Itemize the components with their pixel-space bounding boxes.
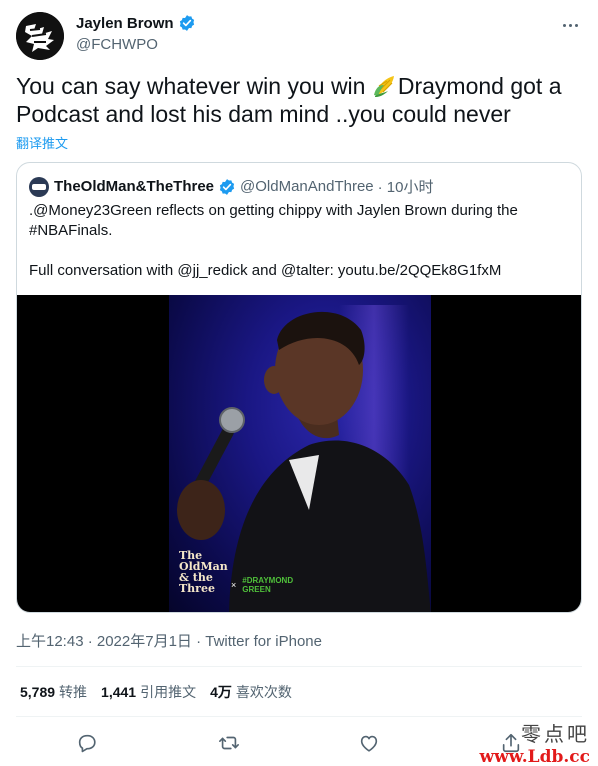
- quote-time: · 10小时: [377, 179, 434, 196]
- watermark-guest: #DRAYMOND GREEN: [242, 576, 294, 594]
- divider: [16, 716, 582, 717]
- avatar[interactable]: [16, 12, 64, 60]
- watermark-x: ×: [231, 580, 237, 590]
- retweet-button[interactable]: [214, 728, 244, 758]
- translate-link[interactable]: 翻译推文: [16, 133, 68, 152]
- likes-stat[interactable]: 4万 喜欢次数: [210, 682, 292, 702]
- retweets-count: 5,789: [20, 684, 56, 700]
- retweets-stat[interactable]: 5,789 转推: [20, 682, 87, 702]
- corn-icon: [373, 76, 394, 97]
- quote-text-line2: Full conversation with @jj_redick and @t…: [29, 262, 502, 279]
- display-name-row[interactable]: Jaylen Brown: [76, 14, 196, 32]
- reply-button[interactable]: [72, 728, 102, 758]
- retweets-label: 转推: [59, 684, 88, 700]
- tweet-text: You can say whatever win you win Draymon…: [16, 72, 582, 128]
- quote-tweet-card[interactable]: TheOldMan&TheThree @OldManAndThree · 10小…: [16, 162, 582, 613]
- handle[interactable]: @FCHWPO: [76, 36, 196, 53]
- quotes-label: 引用推文: [140, 684, 197, 700]
- like-icon: [360, 735, 378, 752]
- video-frame: The OldMan & the Three × #DRAYMOND GREEN: [169, 295, 431, 612]
- avatar-logo: [16, 12, 64, 60]
- quote-display-name: TheOldMan&TheThree: [54, 178, 215, 195]
- divider: [16, 666, 582, 667]
- display-name[interactable]: Jaylen Brown: [76, 15, 174, 32]
- verified-icon: [179, 15, 194, 31]
- more-icon[interactable]: [558, 16, 582, 34]
- site-watermark-url: www.Ldb.cc: [479, 747, 590, 766]
- watermark-show-name: The OldMan & the Three: [179, 549, 228, 595]
- reply-icon: [78, 734, 96, 753]
- quote-text-line1: .@Money23Green reflects on getting chipp…: [29, 202, 518, 239]
- verified-icon: [219, 178, 235, 195]
- quote-text: .@Money23Green reflects on getting chipp…: [29, 201, 569, 281]
- tweet-text-part1: You can say whatever win you win: [16, 73, 372, 99]
- video-player[interactable]: The OldMan & the Three × #DRAYMOND GREEN: [17, 295, 581, 612]
- tweet-stats: 5,789 转推 1,441 引用推文 4万 喜欢次数: [20, 682, 292, 702]
- likes-count: 4万: [210, 684, 232, 700]
- quotes-count: 1,441: [101, 684, 137, 700]
- tweet-timestamp[interactable]: 上午12:43 · 2022年7月1日 ·: [16, 633, 205, 650]
- show-watermark: The OldMan & the Three × #DRAYMOND GREEN: [179, 549, 294, 595]
- like-button[interactable]: [354, 728, 384, 758]
- site-watermark-cn: 零点吧: [521, 722, 590, 746]
- site-watermark: 零点吧 www.Ldb.cc: [480, 718, 590, 766]
- quote-avatar: [29, 176, 49, 197]
- tweet-source[interactable]: Twitter for iPhone: [205, 633, 322, 650]
- quotes-stat[interactable]: 1,441 引用推文: [101, 682, 196, 702]
- likes-label: 喜欢次数: [235, 684, 292, 700]
- quote-handle: @OldManAndThree: [240, 178, 374, 195]
- retweet-icon: [219, 736, 239, 750]
- tweet-header: Jaylen Brown @FCHWPO: [16, 12, 586, 60]
- tweet-meta: 上午12:43 · 2022年7月1日 · Twitter for iPhone: [16, 630, 322, 651]
